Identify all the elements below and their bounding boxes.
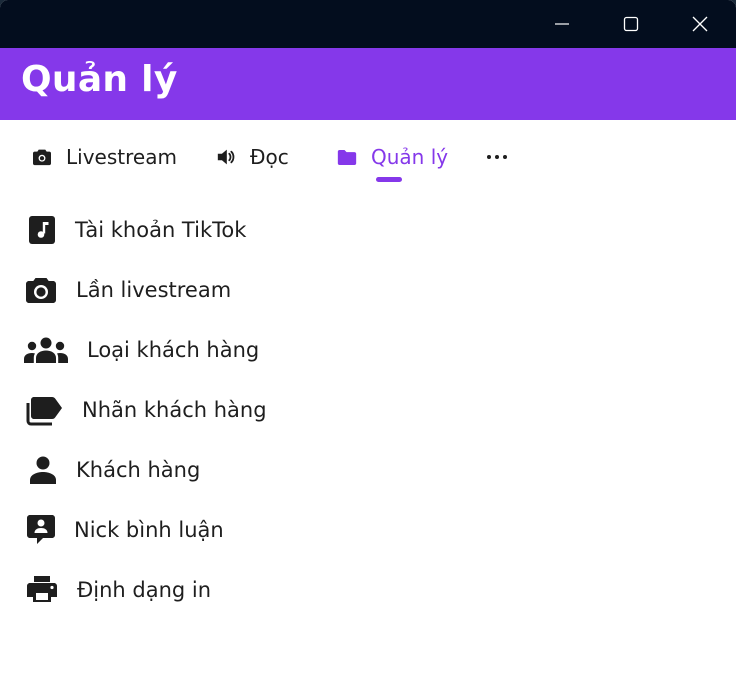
music-note-icon bbox=[17, 214, 67, 246]
person-icon bbox=[18, 454, 68, 486]
menu-item-livestream-sessions[interactable]: Lần livestream bbox=[0, 260, 736, 320]
maximize-icon bbox=[623, 16, 639, 32]
folder-icon bbox=[337, 149, 357, 166]
menu-item-customer-labels[interactable]: Nhãn khách hàng bbox=[0, 380, 736, 440]
menu-item-comment-nicks[interactable]: Nick bình luận bbox=[0, 500, 736, 560]
comment-user-icon bbox=[16, 514, 66, 546]
tab-label: Đọc bbox=[250, 145, 289, 169]
labels-icon bbox=[20, 394, 70, 426]
tab-quan-ly[interactable]: Quản lý bbox=[337, 142, 448, 172]
menu-item-label: Lần livestream bbox=[76, 278, 232, 302]
minimize-button[interactable] bbox=[539, 0, 585, 48]
minimize-icon bbox=[555, 23, 569, 25]
close-icon bbox=[692, 16, 708, 32]
menu-item-tiktok-account[interactable]: Tài khoản TikTok bbox=[0, 200, 736, 260]
printer-icon bbox=[17, 574, 67, 606]
tab-bar: Livestream Đọc Quản lý bbox=[0, 120, 736, 190]
menu-item-label: Nhãn khách hàng bbox=[82, 398, 267, 422]
speaker-icon bbox=[216, 148, 236, 166]
page-header: Quản lý bbox=[0, 48, 736, 120]
menu-item-print-format[interactable]: Định dạng in bbox=[0, 560, 736, 620]
tab-label: Quản lý bbox=[371, 145, 449, 169]
tab-doc[interactable]: Đọc bbox=[216, 142, 289, 172]
camera-icon bbox=[32, 148, 52, 166]
tab-livestream[interactable]: Livestream bbox=[32, 142, 177, 172]
menu-item-label: Tài khoản TikTok bbox=[75, 218, 247, 242]
close-button[interactable] bbox=[677, 0, 723, 48]
title-bar bbox=[0, 0, 736, 48]
more-horizontal-icon bbox=[487, 155, 507, 159]
menu-item-label: Khách hàng bbox=[76, 458, 201, 482]
maximize-button[interactable] bbox=[608, 0, 654, 48]
menu-item-customers[interactable]: Khách hàng bbox=[0, 440, 736, 500]
menu-item-label: Nick bình luận bbox=[74, 518, 224, 542]
tab-label: Livestream bbox=[66, 145, 177, 169]
menu-item-label: Định dạng in bbox=[77, 578, 212, 602]
menu-item-customer-types[interactable]: Loại khách hàng bbox=[0, 320, 736, 380]
active-tab-indicator bbox=[376, 177, 402, 182]
page-title: Quản lý bbox=[21, 59, 178, 100]
camera-icon bbox=[16, 274, 66, 306]
app-window: Quản lý Livestream Đọc Quản lý Tài khoản… bbox=[0, 0, 736, 696]
people-group-icon bbox=[21, 334, 71, 366]
more-button[interactable] bbox=[484, 144, 510, 170]
menu-item-label: Loại khách hàng bbox=[87, 338, 260, 362]
